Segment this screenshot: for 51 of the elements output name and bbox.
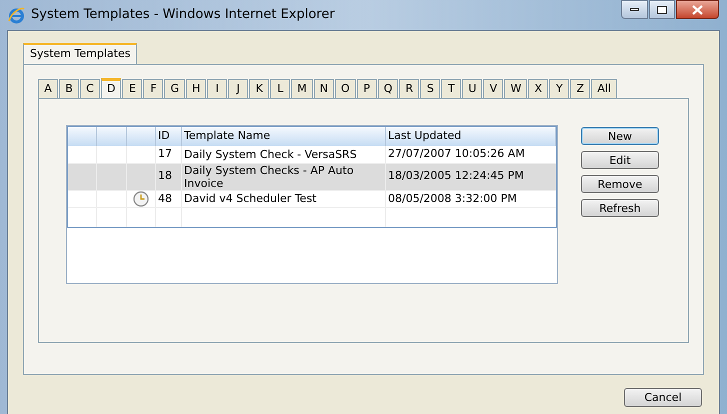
- maximize-button[interactable]: [649, 0, 675, 19]
- close-icon: [692, 4, 703, 14]
- table-cell-text: 08/05/2008 3:32:00 PM: [387, 190, 518, 206]
- browser-logo-icon: [8, 6, 25, 24]
- letter-tab[interactable]: J: [228, 79, 248, 98]
- letter-tab[interactable]: W: [504, 79, 528, 98]
- action-button[interactable]: Refresh: [581, 199, 659, 217]
- table-cell: 17: [156, 146, 182, 162]
- letter-tab[interactable]: D: [101, 78, 122, 98]
- letter-tab[interactable]: O: [335, 79, 356, 98]
- letter-tab[interactable]: Y: [549, 79, 570, 98]
- action-button[interactable]: Remove: [581, 175, 659, 193]
- letter-tab[interactable]: U: [462, 79, 482, 98]
- letter-tab[interactable]: Q: [378, 79, 398, 98]
- letter-tab[interactable]: B: [59, 79, 79, 98]
- table-row[interactable]: 17 Daily System Check - VersaSRS 27/07/2007 10:05:26 AM: [68, 146, 556, 164]
- table-cell: Daily System Checks - AP Auto Invoice: [182, 164, 386, 190]
- close-button[interactable]: [676, 0, 719, 19]
- tab[interactable]: System Templates: [23, 43, 138, 64]
- letter-tab[interactable]: C: [80, 79, 100, 98]
- cancel-button[interactable]: Cancel: [624, 388, 702, 407]
- table-row[interactable]: 18 Daily System Checks - AP Auto Invoice 18/03/2005 12:24:45 PM: [68, 164, 556, 190]
- letter-tab[interactable]: S: [420, 79, 440, 98]
- window-title: System Templates - Windows Internet Explorer: [31, 6, 335, 24]
- action-button[interactable]: Edit: [581, 151, 659, 169]
- action-button[interactable]: New: [581, 127, 659, 145]
- letter-tab[interactable]: E: [122, 79, 142, 98]
- letter-tab[interactable]: H: [186, 79, 206, 98]
- letter-tab[interactable]: I: [207, 79, 228, 98]
- table-cell: 48: [156, 190, 182, 207]
- letter-tab[interactable]: K: [249, 79, 270, 98]
- letter-tab[interactable]: P: [356, 79, 377, 98]
- letter-tab[interactable]: A: [38, 79, 58, 98]
- letter-tab[interactable]: T: [441, 79, 462, 98]
- table-row[interactable]: 48 David v4 Scheduler Test 08/05/2008 3:32:00 PM: [68, 190, 556, 208]
- letter-tab[interactable]: L: [270, 79, 290, 98]
- table-cell: David v4 Scheduler Test: [182, 190, 386, 207]
- table-cell: Daily System Check - VersaSRS: [182, 146, 386, 162]
- letter-tab[interactable]: V: [483, 79, 504, 98]
- letter-tab[interactable]: M: [291, 79, 313, 98]
- table-cell-text: 27/07/2007 10:05:26 AM: [387, 146, 526, 162]
- letter-tab[interactable]: R: [399, 79, 420, 98]
- letter-tab[interactable]: All: [591, 79, 617, 98]
- letter-tab[interactable]: F: [143, 79, 164, 98]
- letter-tab[interactable]: G: [164, 79, 186, 98]
- minimize-button[interactable]: [621, 0, 648, 19]
- table-cell: 18: [156, 164, 182, 190]
- letter-tab[interactable]: X: [528, 79, 548, 98]
- letter-tab[interactable]: N: [314, 79, 334, 98]
- table-cell-text: 18/03/2005 12:24:45 PM: [387, 168, 525, 184]
- letter-tab[interactable]: Z: [570, 79, 590, 98]
